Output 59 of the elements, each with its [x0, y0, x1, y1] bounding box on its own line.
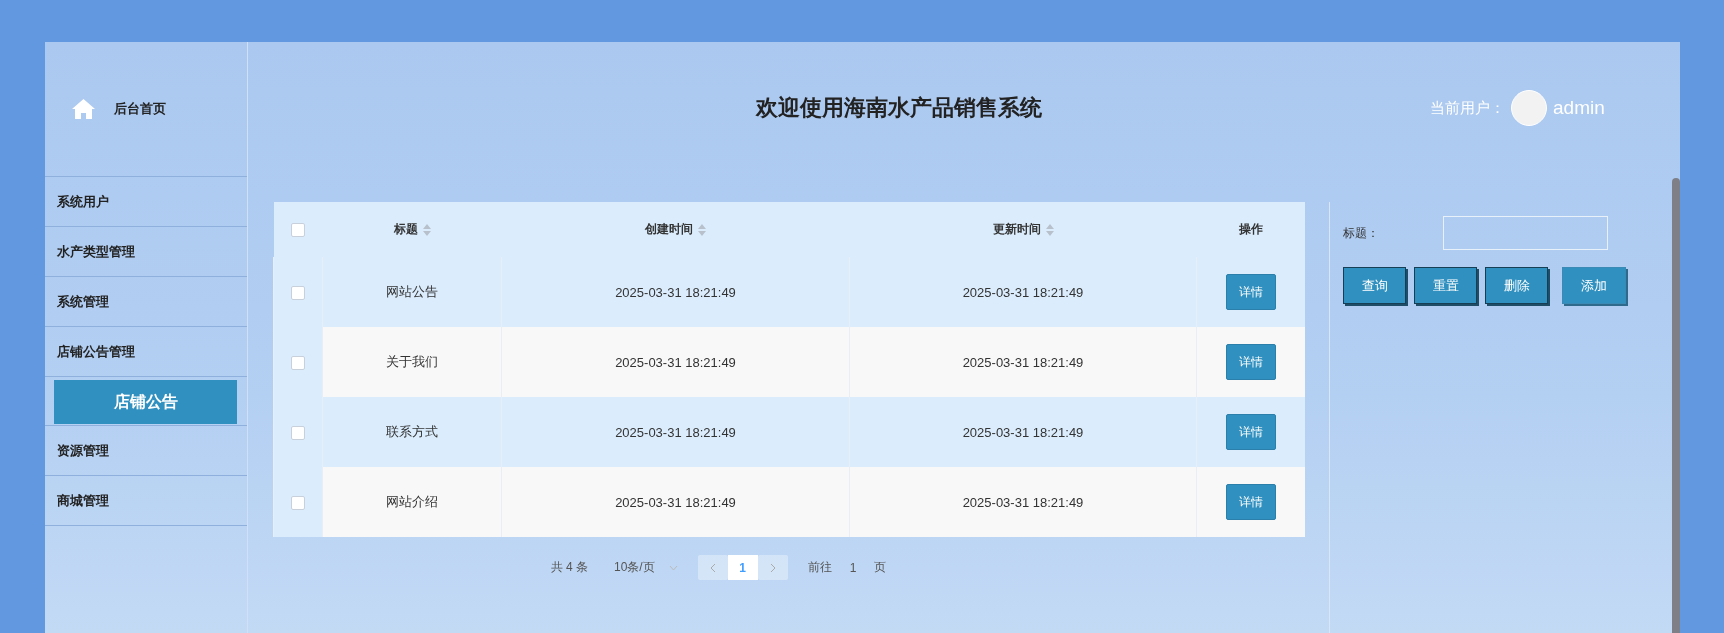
- scrollbar[interactable]: [1672, 178, 1680, 633]
- menu-item[interactable]: 店铺公告管理: [45, 327, 247, 377]
- table-cell: 2025-03-31 18:21:49: [615, 284, 736, 300]
- detail-button[interactable]: 详情: [1225, 414, 1276, 450]
- row-checkbox[interactable]: [291, 495, 305, 510]
- chevron-right-icon[interactable]: [769, 562, 776, 573]
- page-suffix: 页: [874, 559, 887, 576]
- menu-item[interactable]: 系统用户: [45, 177, 247, 227]
- column-header: 操作: [1238, 221, 1263, 238]
- avatar-photo-placeholder: [1511, 90, 1547, 126]
- chevron-down-icon[interactable]: [668, 564, 678, 571]
- column-header: 创建时间: [645, 221, 693, 238]
- home-link[interactable]: 后台首页: [114, 100, 166, 118]
- table-cell: 2025-03-31 18:21:49: [615, 494, 736, 510]
- action-button[interactable]: 查询: [1343, 267, 1406, 304]
- sort-icon[interactable]: [422, 223, 431, 236]
- table-cell: 2025-03-31 18:21:49: [962, 354, 1084, 370]
- goto-page-field[interactable]: 1: [849, 560, 857, 575]
- home-icon[interactable]: [71, 98, 96, 120]
- page-size-select[interactable]: 10条/页: [614, 559, 655, 576]
- prev-page-button[interactable]: [697, 555, 728, 580]
- action-button[interactable]: 删除: [1485, 267, 1548, 304]
- goto-label: 前往: [807, 559, 832, 576]
- field-label: 标题：: [1343, 224, 1380, 242]
- user-label: 当前用户：: [1430, 98, 1505, 118]
- submenu-item[interactable]: 店铺公告: [54, 380, 237, 424]
- page-button[interactable]: 1: [727, 555, 758, 580]
- table-cell: 关于我们: [386, 354, 438, 369]
- detail-button[interactable]: 详情: [1225, 344, 1276, 380]
- column-header: 更新时间: [992, 221, 1041, 238]
- menu-item[interactable]: 水产类型管理: [45, 227, 247, 277]
- table-cell: 联系方式: [386, 424, 438, 439]
- row-checkbox[interactable]: [291, 355, 305, 370]
- username: admin: [1553, 97, 1605, 119]
- action-button[interactable]: 重置: [1414, 267, 1477, 304]
- table-cell: 网站公告: [386, 284, 438, 299]
- total-count: 共 4 条: [550, 559, 588, 576]
- table-cell: 2025-03-31 18:21:49: [615, 424, 736, 440]
- menu-item[interactable]: 资源管理: [45, 426, 247, 476]
- table-cell: 2025-03-31 18:21:49: [615, 354, 736, 370]
- sort-icon[interactable]: [698, 223, 706, 236]
- table-cell: 网站介绍: [386, 494, 438, 509]
- table-cell: 2025-03-31 18:21:49: [962, 284, 1084, 300]
- column-header: 标题: [393, 221, 418, 238]
- sort-icon[interactable]: [1045, 223, 1054, 236]
- action-button[interactable]: 添加: [1562, 267, 1626, 304]
- row-checkbox[interactable]: [291, 425, 305, 440]
- menu-item[interactable]: 系统管理: [45, 277, 247, 327]
- table-cell: 2025-03-31 18:21:49: [962, 424, 1084, 440]
- select-all-checkbox[interactable]: [291, 222, 305, 237]
- next-page-button[interactable]: [757, 555, 788, 580]
- detail-button[interactable]: 详情: [1225, 484, 1276, 520]
- row-checkbox[interactable]: [291, 285, 305, 300]
- page-title: 欢迎使用海南水产品销售系统: [754, 94, 1043, 122]
- detail-button[interactable]: 详情: [1225, 274, 1276, 310]
- chevron-left-icon[interactable]: [709, 562, 716, 573]
- title-input-field[interactable]: [1443, 216, 1608, 250]
- table-cell: 2025-03-31 18:21:49: [962, 494, 1084, 510]
- menu-item[interactable]: 商城管理: [45, 476, 247, 526]
